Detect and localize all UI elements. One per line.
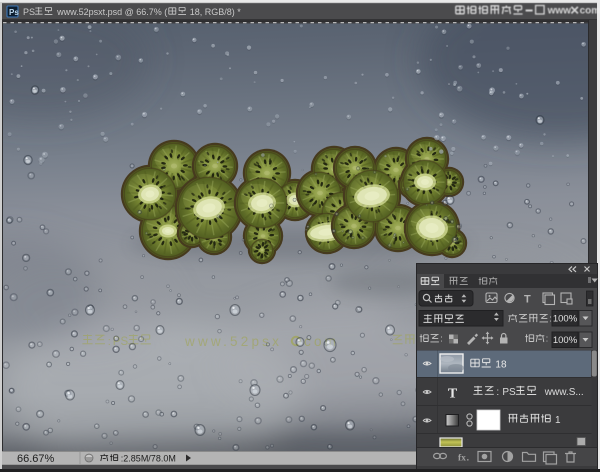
svg-text::: : <box>549 314 552 325</box>
svg-text:www.52psx: www.52psx <box>184 334 282 349</box>
svg-text:www.S...: www.S... <box>544 387 584 398</box>
svg-text:Ps: Ps <box>9 8 19 17</box>
svg-text:www.52psxt.psd @ 66.7% (: www.52psxt.psd @ 66.7% ( <box>56 7 167 17</box>
svg-text:PS: PS <box>502 387 516 398</box>
svg-text:100%: 100% <box>553 314 578 325</box>
svg-text:66.67%: 66.67% <box>17 453 55 465</box>
svg-text:fx: fx <box>458 454 466 464</box>
svg-text:✕: ✕ <box>570 4 580 18</box>
svg-text::: : <box>440 334 443 345</box>
svg-text:100%: 100% <box>553 335 578 346</box>
svg-text:com: com <box>580 6 600 17</box>
svg-text:.: . <box>467 453 470 464</box>
svg-text:www: www <box>547 6 572 17</box>
svg-text:1: 1 <box>555 415 561 426</box>
svg-text::: : <box>496 387 499 398</box>
svg-text:T: T <box>524 294 531 306</box>
svg-text:PS: PS <box>23 7 35 17</box>
svg-text::: : <box>108 336 111 348</box>
svg-text::: : <box>546 334 549 345</box>
svg-text:18, RGB/8) *: 18, RGB/8) * <box>190 7 242 17</box>
svg-text:T: T <box>448 387 458 402</box>
svg-text::2.85M/78.0M: :2.85M/78.0M <box>121 454 176 464</box>
svg-text:18: 18 <box>495 360 507 371</box>
